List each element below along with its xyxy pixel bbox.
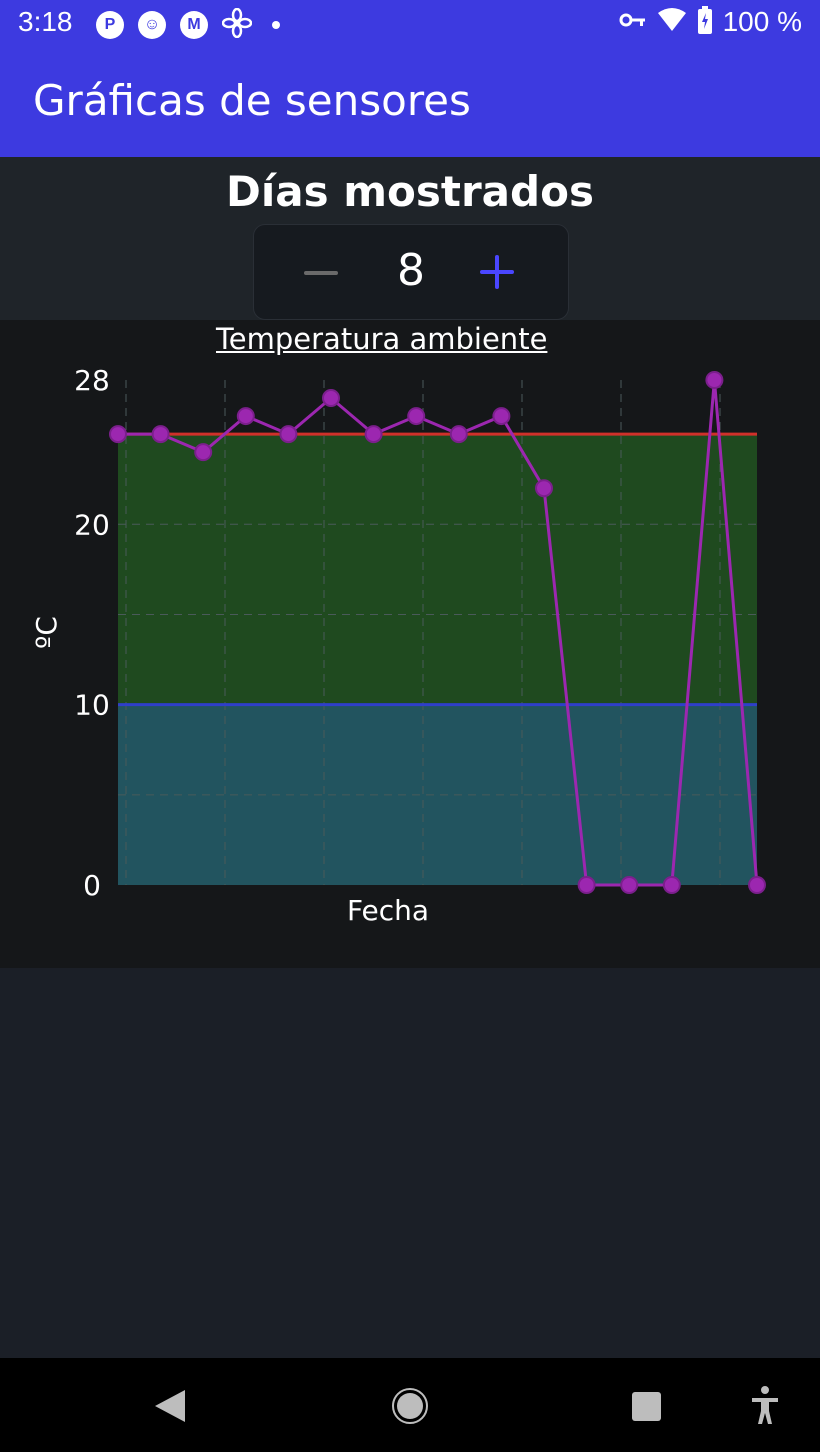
days-value: 8 — [397, 245, 425, 296]
back-icon[interactable] — [155, 1390, 185, 1422]
status-time: 3:18 — [18, 6, 73, 37]
data-point — [449, 425, 468, 444]
y-tick-label: 0 — [83, 869, 101, 902]
data-point — [109, 425, 127, 444]
navigation-bar — [0, 1358, 820, 1452]
x-axis-label: Fecha — [347, 894, 429, 927]
data-point — [322, 389, 340, 408]
temperature-chart-card: Temperatura ambiente 0 10 20 28 ºC Fecha — [0, 320, 820, 968]
data-point — [535, 479, 553, 498]
y-tick-label: 10 — [74, 689, 110, 722]
battery-icon — [697, 6, 713, 38]
wifi-icon — [657, 7, 687, 37]
data-point — [705, 371, 724, 389]
data-point — [620, 876, 639, 894]
data-point — [279, 425, 298, 444]
days-stepper: 8 — [253, 224, 569, 320]
recents-icon[interactable] — [632, 1392, 661, 1421]
increment-button[interactable] — [480, 255, 514, 289]
status-bar: 3:18 P ☺ M 100 % — [0, 0, 820, 46]
data-point — [748, 876, 766, 894]
y-tick-label: 28 — [74, 364, 110, 397]
y-tick-label: 20 — [74, 508, 110, 541]
app-bar: Gráficas de sensores — [0, 46, 820, 157]
status-system-icons: 100 % — [619, 6, 802, 38]
more-notifications-dot-icon — [272, 21, 280, 29]
battery-percent: 100 % — [722, 6, 802, 37]
fan-icon — [221, 7, 253, 42]
data-point — [492, 407, 511, 426]
temperature-chart: 0 10 20 28 ºC Fecha — [30, 364, 766, 927]
m-icon: M — [180, 11, 208, 39]
data-point — [151, 425, 170, 444]
comfort-band — [118, 434, 757, 705]
days-shown-title: Días mostrados — [226, 167, 594, 216]
p-icon: P — [96, 11, 124, 39]
cold-band — [118, 704, 757, 885]
notification-face-icon: ☺ — [138, 11, 166, 39]
data-point — [194, 443, 213, 462]
data-point — [407, 407, 426, 426]
data-point — [662, 876, 681, 894]
accessibility-icon[interactable] — [752, 1386, 778, 1424]
y-axis-label: ºC — [30, 616, 63, 649]
days-shown-section: Días mostrados 8 — [0, 157, 820, 320]
vpn-key-icon — [619, 10, 647, 34]
status-notification-icons: P ☺ M — [96, 7, 280, 42]
data-point — [577, 876, 596, 894]
data-point — [364, 425, 383, 444]
app-title: Gráficas de sensores — [33, 76, 471, 125]
home-icon[interactable] — [392, 1388, 428, 1424]
data-point — [236, 407, 255, 426]
